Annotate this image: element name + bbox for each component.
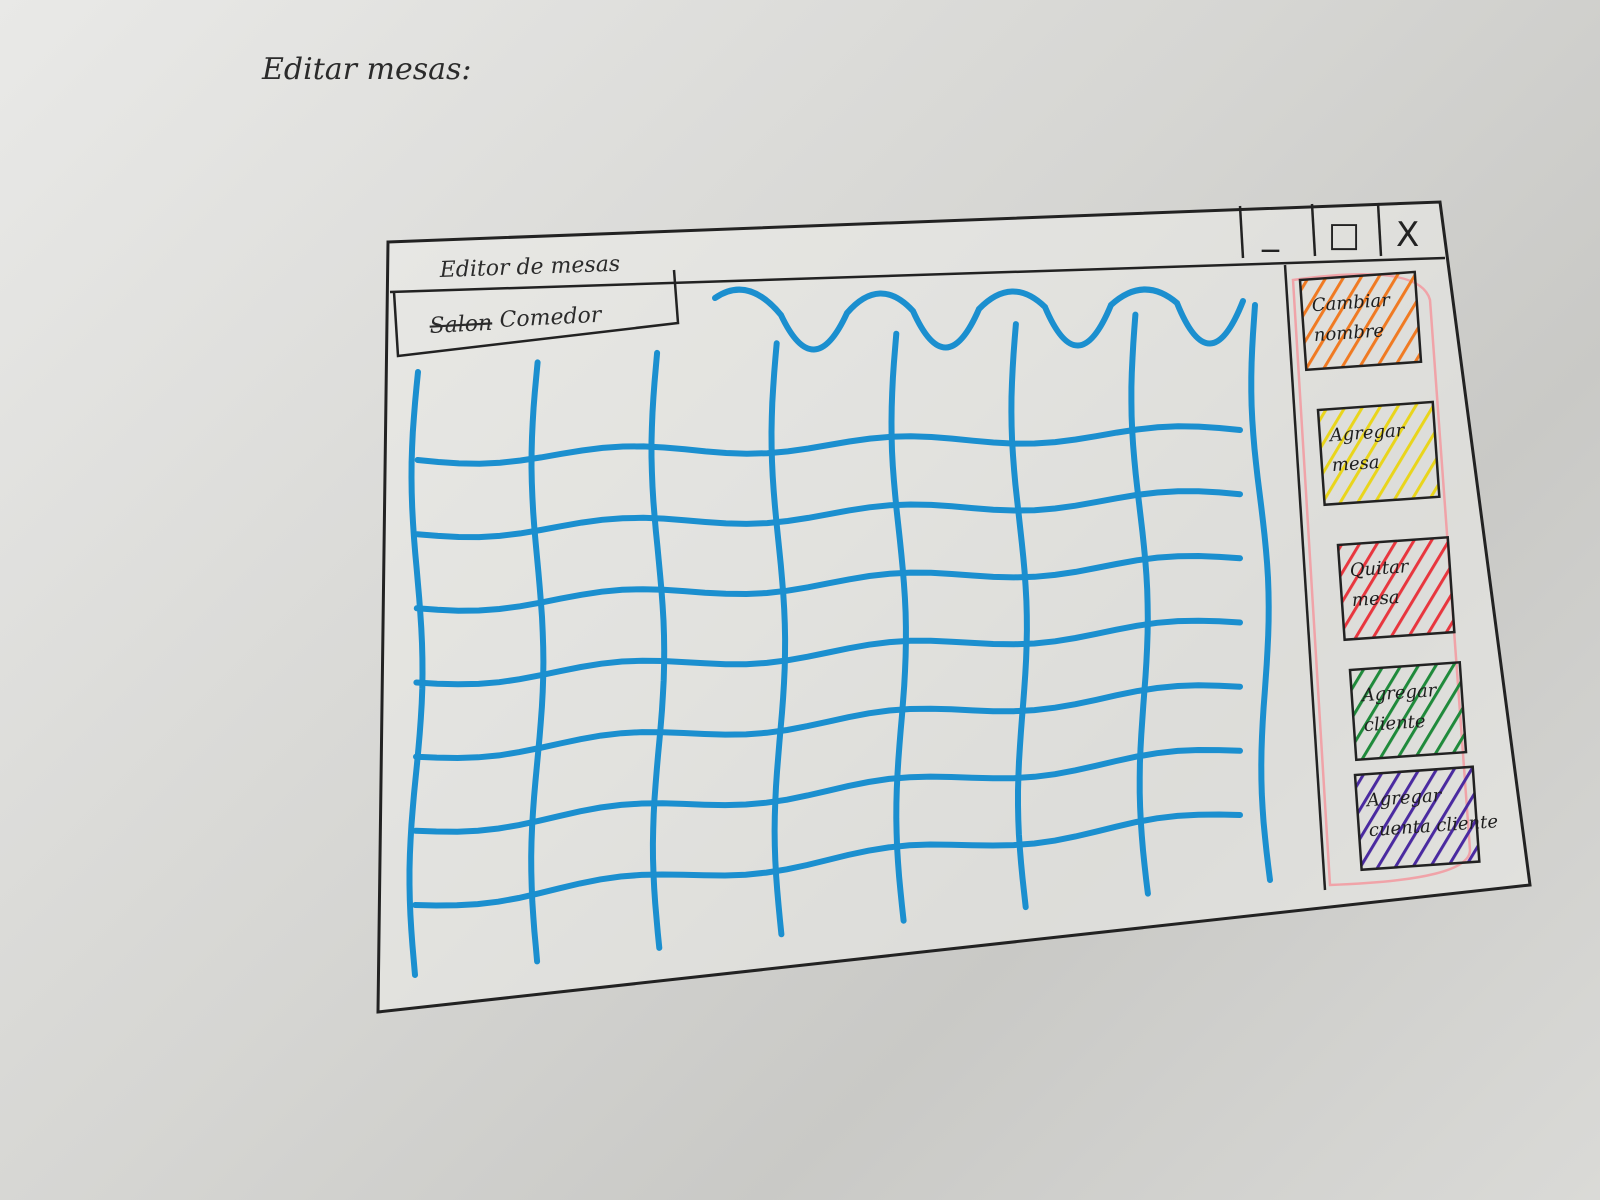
sidebar-button[interactable]: Quitar mesa [1336,535,1456,642]
tab-strike-text: Salon [429,311,493,339]
minimize-icon: _ [1261,213,1280,253]
maximize-button[interactable]: □ [1315,205,1377,255]
window-sketch: Editor de mesas _ □ X Salon Comedor Camb… [376,200,1532,1014]
sidebar-button[interactable]: Cambiarnombre [1298,270,1423,372]
minimize-button[interactable]: _ [1243,206,1311,256]
sidebar-button-label: Quitar [1349,556,1410,581]
sidebar-button-label: mesa [1351,587,1400,611]
sidebar-button-frame [1298,270,1423,372]
sidebar-button-label: cliente [1363,711,1426,736]
sidebar-button-label: mesa [1331,452,1380,476]
sidebar-button[interactable]: Agregarmesa [1316,400,1441,507]
sidebar-button[interactable]: Agregarcliente [1348,660,1468,762]
maximize-icon: □ [1328,215,1360,255]
close-icon: X [1396,215,1419,255]
close-button[interactable]: X [1381,204,1437,255]
sidebar-button-frame [1348,660,1468,762]
